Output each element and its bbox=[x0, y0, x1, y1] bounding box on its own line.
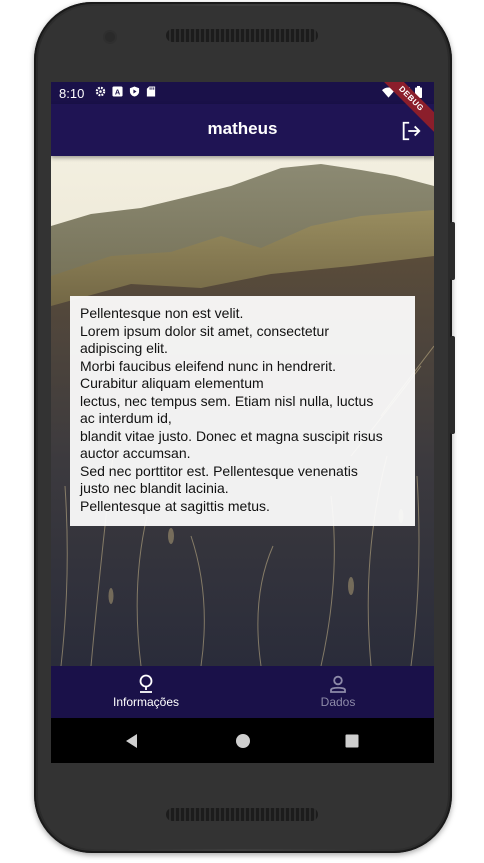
status-icons-left: A bbox=[95, 86, 156, 97]
nav-item-dados[interactable]: Dados bbox=[263, 666, 413, 718]
person-icon bbox=[330, 675, 346, 693]
text-line: Curabitur aliquam elementum bbox=[80, 375, 264, 391]
text-line: auctor accumsan. bbox=[80, 445, 191, 461]
settings-icon bbox=[95, 86, 106, 97]
text-line: Pellentesque at sagittis metus. bbox=[80, 497, 270, 514]
nav-label: Dados bbox=[320, 695, 356, 709]
home-icon[interactable] bbox=[233, 731, 253, 751]
status-time: 8:10 bbox=[59, 86, 85, 101]
nav-item-informacoes[interactable]: Informações bbox=[71, 666, 221, 718]
text-line: lectus, nec tempus sem. Etiam nisl nulla… bbox=[80, 392, 374, 409]
lorem-text-card: Pellentesque non est velit. Lorem ipsum … bbox=[70, 296, 415, 526]
text-line: blandit vitae justo. Donec et magna susc… bbox=[80, 427, 383, 444]
back-icon[interactable] bbox=[122, 731, 142, 751]
map-pin-icon bbox=[139, 674, 153, 693]
svg-text:A: A bbox=[115, 88, 121, 97]
app-bar: matheus bbox=[51, 104, 434, 156]
shield-play-icon bbox=[129, 86, 140, 97]
front-camera bbox=[105, 32, 115, 42]
power-button[interactable] bbox=[450, 222, 455, 280]
text-line: Lorem ipsum dolor sit amet, consectetur bbox=[80, 322, 329, 339]
text-line: ac interdum id, bbox=[80, 410, 172, 426]
text-line: adipiscing elit. bbox=[80, 340, 168, 356]
top-speaker bbox=[166, 29, 318, 42]
sd-card-icon bbox=[146, 86, 156, 97]
text-line: Morbi faucibus eleifend nunc in hendreri… bbox=[80, 357, 337, 374]
text-line: Sed nec porttitor est. Pellentesque vene… bbox=[80, 462, 358, 479]
text-line: justo nec blandit lacinia. bbox=[80, 480, 229, 496]
bottom-speaker bbox=[166, 808, 318, 821]
text-line: Pellentesque non est velit. bbox=[80, 305, 244, 321]
a-box-icon: A bbox=[112, 86, 123, 97]
volume-button[interactable] bbox=[450, 336, 455, 434]
nav-label: Informações bbox=[112, 695, 180, 709]
content-area: Pellentesque non est velit. Lorem ipsum … bbox=[51, 156, 434, 666]
logout-icon[interactable] bbox=[400, 120, 422, 142]
app-title: matheus bbox=[207, 119, 278, 138]
status-bar: 8:10 A bbox=[51, 82, 434, 104]
system-navigation-bar bbox=[51, 718, 434, 763]
screen: 8:10 A DEBUG matheus Pellentesque non es… bbox=[51, 82, 434, 763]
bottom-navigation-bar: Informações Dados bbox=[51, 666, 434, 718]
recents-icon[interactable] bbox=[342, 731, 362, 751]
